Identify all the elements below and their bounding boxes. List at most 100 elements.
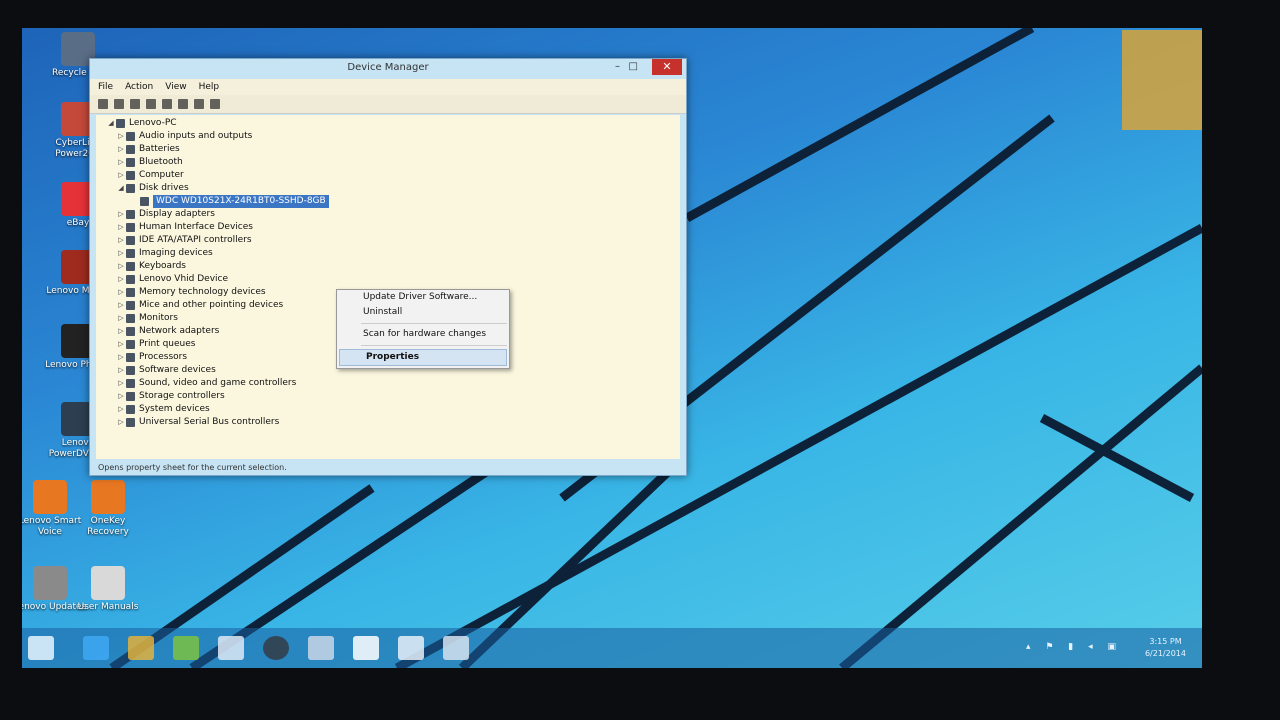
app-icon[interactable]	[398, 636, 424, 660]
scan-icon[interactable]	[194, 99, 204, 109]
tree-item-label: Universal Serial Bus controllers	[139, 417, 280, 427]
minimize-button[interactable]: –	[615, 61, 620, 72]
chevron-right-icon[interactable]: ▷	[116, 364, 126, 377]
device-category-icon	[126, 405, 135, 414]
tree-category[interactable]: ▷ Monitors	[106, 312, 329, 325]
device-manager-window[interactable]: Device Manager – □ ✕ File Action View He…	[89, 58, 687, 476]
device-category-icon	[126, 392, 135, 401]
computer-icon[interactable]	[218, 636, 244, 660]
clock-time: 3:15 PM	[1149, 637, 1182, 646]
home-icon[interactable]	[353, 636, 379, 660]
tree-category[interactable]: ▷ Human Interface Devices	[106, 221, 329, 234]
shortcut-label: User Manuals	[77, 602, 139, 612]
tree-category[interactable]: ▷ IDE ATA/ATAPI controllers	[106, 234, 329, 247]
tree-category[interactable]: ▷ System devices	[106, 403, 329, 416]
tree-category[interactable]: ▷ Computer	[106, 169, 329, 182]
system-tray-icons[interactable]: ▴ ⚑ ▮ ◂ ▣	[1026, 642, 1122, 652]
device-category-icon	[126, 327, 135, 336]
chevron-right-icon[interactable]: ▷	[116, 416, 126, 429]
details-icon[interactable]	[146, 99, 156, 109]
start-icon[interactable]	[28, 636, 54, 660]
device-category-icon	[126, 366, 135, 375]
chevron-right-icon[interactable]: ▷	[116, 221, 126, 234]
tree-root[interactable]: ◢ Lenovo-PC	[106, 117, 329, 130]
chevron-right-icon[interactable]: ▷	[116, 325, 126, 338]
tree-root-label: Lenovo-PC	[129, 118, 177, 128]
title-bar[interactable]: Device Manager – □ ✕	[90, 59, 686, 79]
chevron-right-icon[interactable]: ▷	[116, 390, 126, 403]
chevron-right-icon[interactable]: ▷	[116, 338, 126, 351]
device-category-icon	[126, 301, 135, 310]
media-icon[interactable]	[263, 636, 289, 660]
tree-category[interactable]: ◢ Disk drives	[106, 182, 329, 195]
close-button[interactable]: ✕	[652, 59, 682, 75]
chevron-down-icon[interactable]: ◢	[106, 117, 116, 130]
taskbar: ▴ ⚑ ▮ ◂ ▣ 3:15 PM 6/21/2014	[22, 628, 1202, 668]
tree-category[interactable]: ▷ Network adapters	[106, 325, 329, 338]
chevron-right-icon[interactable]: ▷	[116, 247, 126, 260]
help-icon[interactable]	[162, 99, 172, 109]
chevron-right-icon[interactable]: ▷	[116, 169, 126, 182]
menu-action[interactable]: Action	[125, 82, 153, 92]
menu-item-uninstall[interactable]: Uninstall	[337, 305, 509, 320]
chevron-right-icon[interactable]: ▷	[116, 234, 126, 247]
desktop-shortcut[interactable]: User Manuals	[70, 566, 146, 613]
tree-item-label: Storage controllers	[139, 391, 225, 401]
tree-category[interactable]: ▷ Software devices	[106, 364, 329, 377]
tree-category[interactable]: ▷ Audio inputs and outputs	[106, 130, 329, 143]
chevron-right-icon[interactable]: ▷	[116, 260, 126, 273]
tree-category[interactable]: ▷ Imaging devices	[106, 247, 329, 260]
tree-category[interactable]: ▷ Batteries	[106, 143, 329, 156]
chevron-right-icon[interactable]: ▷	[116, 208, 126, 221]
chevron-right-icon[interactable]: ▷	[116, 143, 126, 156]
desktop-shortcut[interactable]: OneKey Recovery	[70, 480, 146, 538]
store-icon[interactable]	[173, 636, 199, 660]
tree-device-item[interactable]: WDC WD10S21X-24R1BT0-SSHD-8GB	[106, 195, 329, 208]
chevron-right-icon[interactable]: ▷	[116, 377, 126, 390]
tree-category[interactable]: ▷ Lenovo Vhid Device	[106, 273, 329, 286]
menu-view[interactable]: View	[165, 82, 186, 92]
tree-category[interactable]: ▷ Print queues	[106, 338, 329, 351]
tree-category[interactable]: ▷ Mice and other pointing devices	[106, 299, 329, 312]
ie-icon[interactable]	[83, 636, 109, 660]
window-title: Device Manager	[347, 62, 429, 73]
forward-icon[interactable]	[114, 99, 124, 109]
view-icon[interactable]	[178, 99, 188, 109]
shortcut-icon	[33, 566, 67, 600]
tree-category[interactable]: ▷ Universal Serial Bus controllers	[106, 416, 329, 429]
menu-item-update-driver[interactable]: Update Driver Software...	[337, 290, 509, 305]
chevron-right-icon[interactable]: ▷	[116, 156, 126, 169]
device-manager-icon[interactable]	[443, 636, 469, 660]
tree-category[interactable]: ▷ Storage controllers	[106, 390, 329, 403]
clock[interactable]: 3:15 PM 6/21/2014	[1145, 636, 1186, 660]
tree-category[interactable]: ▷ Memory technology devices	[106, 286, 329, 299]
menu-item-properties[interactable]: Properties	[339, 349, 507, 366]
update-driver-icon[interactable]	[210, 99, 220, 109]
tree-category[interactable]: ▷ Bluetooth	[106, 156, 329, 169]
menu-file[interactable]: File	[98, 82, 113, 92]
chevron-right-icon[interactable]: ▷	[116, 403, 126, 416]
chevron-right-icon[interactable]: ▷	[116, 351, 126, 364]
chevron-right-icon[interactable]: ▷	[116, 312, 126, 325]
menu-help[interactable]: Help	[199, 82, 220, 92]
tree-item-label: Software devices	[139, 365, 216, 375]
tree-category[interactable]: ▷ Sound, video and game controllers	[106, 377, 329, 390]
image-icon[interactable]	[308, 636, 334, 660]
back-icon[interactable]	[98, 99, 108, 109]
tree-item-label: Audio inputs and outputs	[139, 131, 253, 141]
chevron-right-icon[interactable]: ▷	[116, 273, 126, 286]
tree-item-label: Bluetooth	[139, 157, 183, 167]
device-category-icon	[126, 145, 135, 154]
chevron-right-icon[interactable]: ▷	[116, 130, 126, 143]
chevron-right-icon[interactable]: ▷	[116, 286, 126, 299]
tree-category[interactable]: ▷ Processors	[106, 351, 329, 364]
chevron-right-icon[interactable]: ▷	[116, 299, 126, 312]
maximize-button[interactable]: □	[629, 61, 638, 72]
device-category-icon	[126, 288, 135, 297]
folder-icon[interactable]	[128, 636, 154, 660]
chevron-down-icon[interactable]: ◢	[116, 182, 126, 195]
tree-view-icon[interactable]	[130, 99, 140, 109]
tree-category[interactable]: ▷ Keyboards	[106, 260, 329, 273]
tree-category[interactable]: ▷ Display adapters	[106, 208, 329, 221]
menu-item-scan[interactable]: Scan for hardware changes	[337, 327, 509, 342]
